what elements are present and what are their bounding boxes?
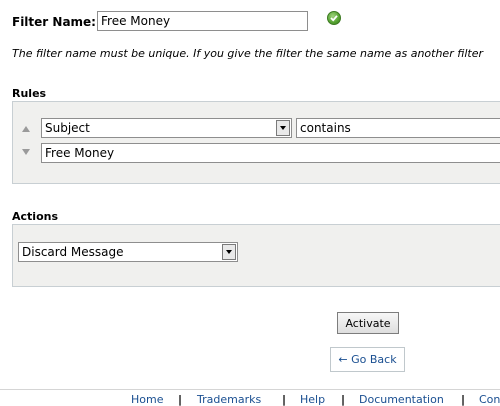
rules-heading: Rules xyxy=(12,87,47,100)
rule-field-select[interactable]: Subject xyxy=(41,118,292,138)
filter-name-input[interactable] xyxy=(97,11,308,31)
rule-value-input[interactable]: Free Money xyxy=(41,143,500,163)
chevron-down-icon[interactable] xyxy=(276,120,290,136)
move-up-icon[interactable] xyxy=(22,126,30,132)
action-select[interactable]: Discard Message xyxy=(18,242,238,262)
chevron-down-icon[interactable] xyxy=(222,244,236,260)
action-select-value: Discard Message xyxy=(22,245,124,259)
filter-name-label: Filter Name: xyxy=(12,15,96,29)
filter-name-note: The filter name must be unique. If you g… xyxy=(12,47,483,60)
activate-button[interactable]: Activate xyxy=(337,312,399,334)
valid-check-icon xyxy=(327,11,341,25)
rule-operator-select[interactable]: contains xyxy=(296,118,500,138)
rule-field-value: Subject xyxy=(45,121,90,135)
rule-operator-value: contains xyxy=(300,121,351,135)
actions-heading: Actions xyxy=(12,210,58,223)
move-down-icon[interactable] xyxy=(22,149,30,155)
rule-value-text: Free Money xyxy=(45,146,115,160)
go-back-link[interactable]: ← Go Back xyxy=(330,347,405,372)
